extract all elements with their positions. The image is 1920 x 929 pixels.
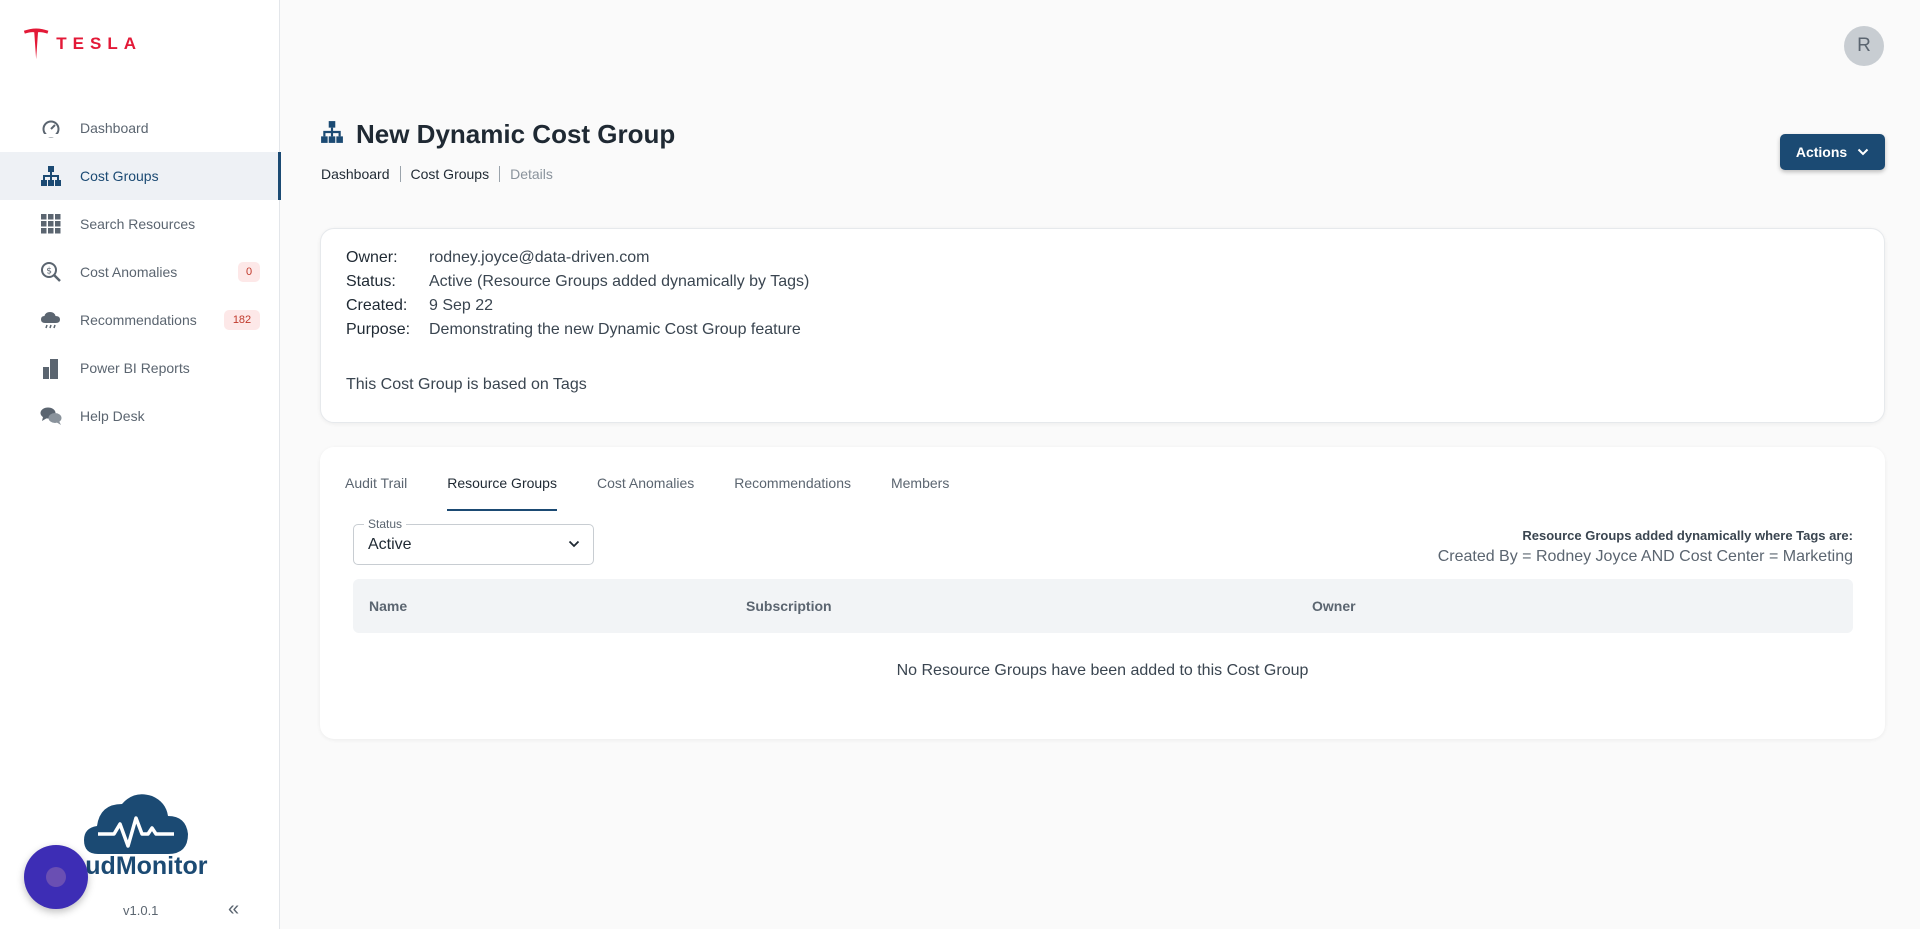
tag-rule-expression: Created By = Rodney Joyce AND Cost Cente… [1437,548,1853,565]
sidebar-item-dashboard[interactable]: Dashboard [0,104,280,152]
resource-groups-table-header: Name Subscription Owner [353,579,1853,633]
sidebar-item-search-resources[interactable]: Search Resources [0,200,280,248]
anomalies-count-badge: 0 [238,262,260,282]
tab-bar: Audit Trail Resource Groups Cost Anomali… [345,475,989,511]
breadcrumb-details: Details [510,166,553,182]
status-select-legend: Status [364,517,407,531]
chat-bubbles-icon [40,405,62,427]
dashboard-gauge-icon [40,117,62,139]
created-label: Created: [346,297,408,314]
breadcrumb-separator [499,166,501,182]
page-title: New Dynamic Cost Group [356,119,676,149]
owner-row: Owner: rodney.joyce@data-driven.com [346,249,650,267]
tab-cost-anomalies[interactable]: Cost Anomalies [597,475,694,509]
tab-resource-groups[interactable]: Resource Groups [447,475,557,511]
recommendations-count-badge: 182 [224,310,260,330]
status-select-value: Active [368,536,412,553]
sidebar-item-label: Cost Groups [80,168,159,184]
sidebar-item-label: Dashboard [80,120,149,136]
status-row: Status: Active (Resource Groups added dy… [346,273,809,291]
collapse-sidebar-icon[interactable]: « [228,898,239,921]
bar-building-icon [40,357,62,379]
cloud-rain-icon [40,309,62,331]
cost-group-basis-text: This Cost Group is based on Tags [346,376,587,393]
owner-label: Owner: [346,249,398,266]
sidebar-nav: Dashboard Cost Groups Search Resources $… [0,104,281,440]
tab-audit-trail[interactable]: Audit Trail [345,475,407,509]
status-value: Active (Resource Groups added dynamicall… [429,273,810,290]
status-select[interactable]: Status Active [353,517,594,565]
sidebar-item-cost-anomalies[interactable]: $ Cost Anomalies 0 [0,248,280,296]
breadcrumb-dashboard[interactable]: Dashboard [321,166,390,182]
product-logo-text: oudMonitor [70,852,208,880]
user-avatar[interactable]: R [1844,26,1884,66]
brand-wordmark: TESLA [56,34,142,53]
status-label: Status: [346,273,396,290]
sidebar-item-recommendations[interactable]: Recommendations 182 [0,296,280,344]
purpose-value: Demonstrating the new Dynamic Cost Group… [429,321,801,338]
sidebar-item-power-bi-reports[interactable]: Power BI Reports [0,344,280,392]
sidebar-item-label: Power BI Reports [80,360,190,376]
svg-text:$: $ [46,267,52,277]
column-header-name[interactable]: Name [369,598,407,614]
cost-group-info-card: Owner: rodney.joyce@data-driven.com Stat… [320,228,1885,423]
tab-members[interactable]: Members [891,475,949,509]
owner-value: rodney.joyce@data-driven.com [429,249,650,266]
sidebar: TESLA Dashboard Cost Groups Search Resou… [0,0,281,929]
empty-table-message: No Resource Groups have been added to th… [896,662,1309,679]
tesla-t-icon [23,28,49,60]
purpose-label: Purpose: [346,321,411,338]
page-header: New Dynamic Cost Group [320,119,675,150]
app-version: v1.0.1 [123,903,159,918]
sidebar-item-label: Cost Anomalies [80,264,178,280]
actions-button[interactable]: Actions [1780,134,1885,170]
sidebar-item-cost-groups[interactable]: Cost Groups [0,152,281,200]
sidebar-item-help-desk[interactable]: Help Desk [0,392,280,440]
sidebar-item-label: Recommendations [80,312,197,328]
hierarchy-icon [40,165,62,187]
hierarchy-icon [320,120,344,149]
breadcrumb-cost-groups[interactable]: Cost Groups [411,166,490,182]
assistant-dot-icon [46,867,66,887]
chevron-down-icon [1857,148,1869,156]
column-header-subscription[interactable]: Subscription [746,598,832,614]
sidebar-item-label: Search Resources [80,216,196,232]
chevron-down-icon [568,540,580,548]
sidebar-item-label: Help Desk [80,408,145,424]
grid-icon [40,213,62,235]
assistant-fab-button[interactable] [24,845,88,909]
tab-recommendations[interactable]: Recommendations [734,475,851,509]
column-header-owner[interactable]: Owner [1312,598,1356,614]
created-row: Created: 9 Sep 22 [346,297,493,315]
tag-rule-title: Resource Groups added dynamically where … [1522,528,1853,543]
actions-button-label: Actions [1795,144,1848,160]
tesla-logo[interactable]: TESLA [22,26,142,62]
breadcrumb: Dashboard Cost Groups Details [321,166,553,182]
breadcrumb-separator [399,166,401,182]
created-value: 9 Sep 22 [429,297,494,314]
magnifier-dollar-icon: $ [40,261,62,283]
details-tabs-card: Audit Trail Resource Groups Cost Anomali… [320,447,1885,739]
purpose-row: Purpose: Demonstrating the new Dynamic C… [346,321,801,339]
